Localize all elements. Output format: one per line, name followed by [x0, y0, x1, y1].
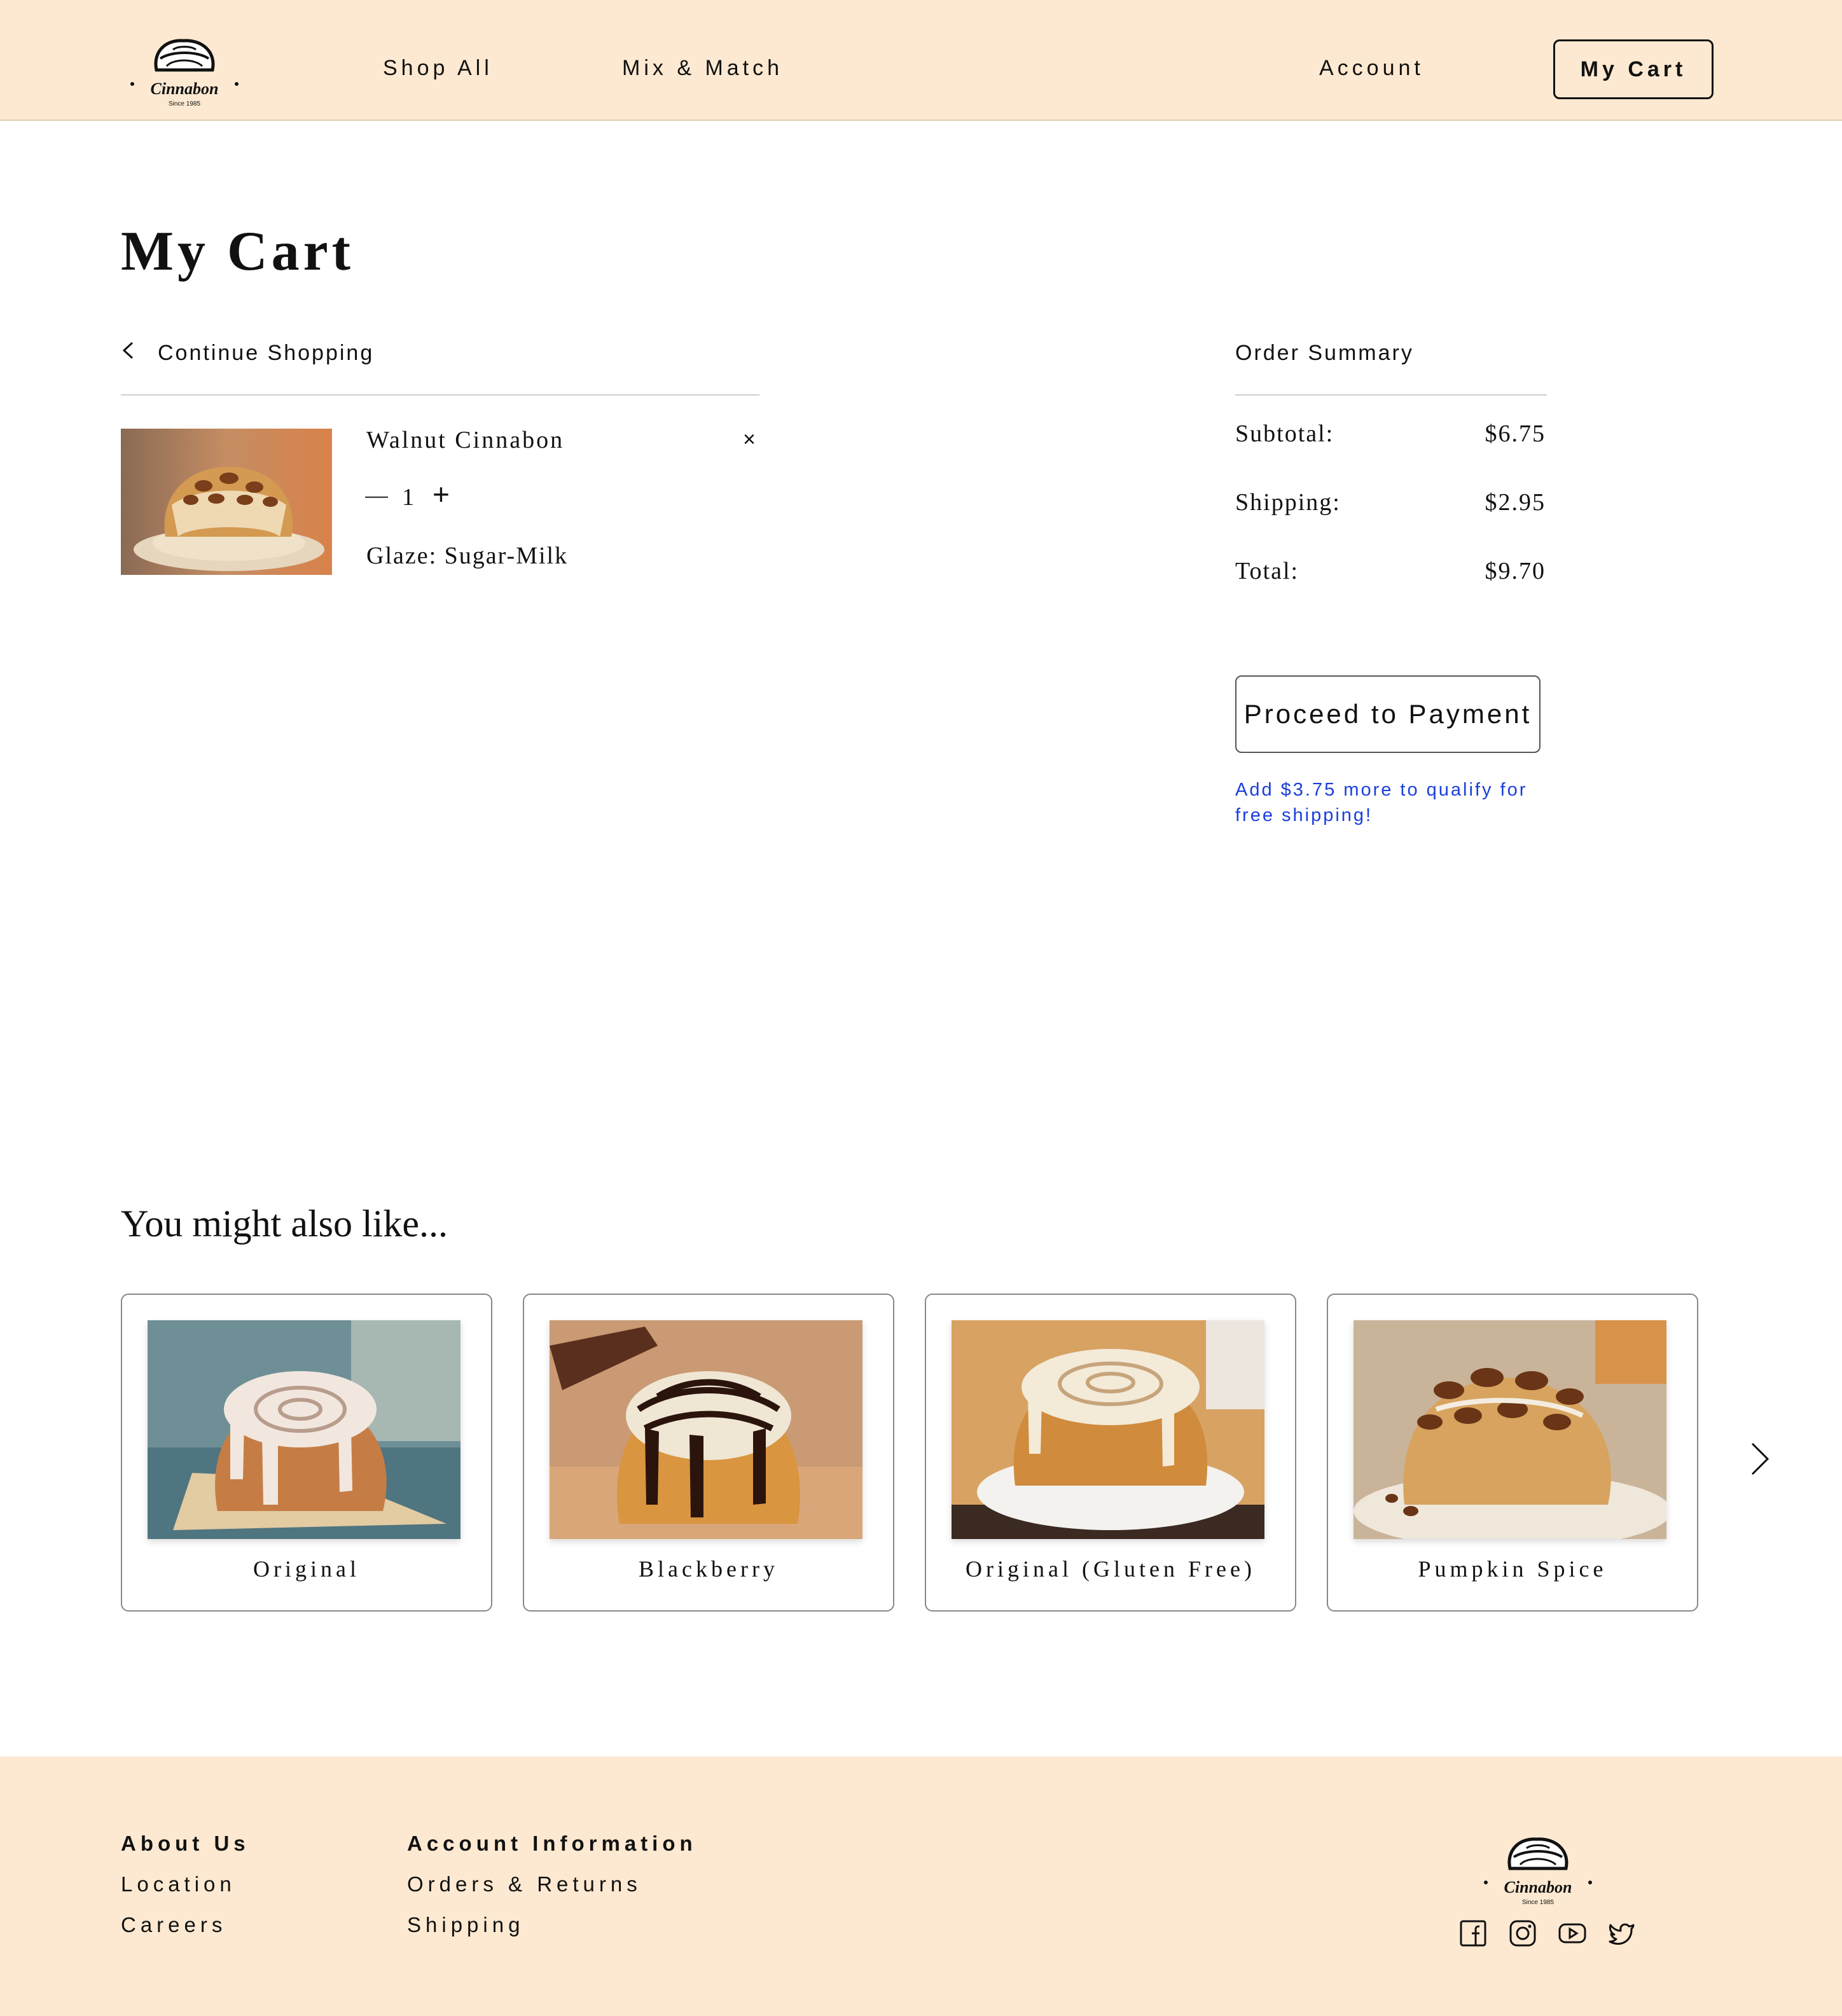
site-header: Cinnabon Since 1985 Shop All Mix & Match… — [0, 0, 1842, 121]
product-label: Blackberry — [639, 1556, 779, 1582]
product-image — [1354, 1320, 1666, 1539]
my-cart-button[interactable]: My Cart — [1553, 39, 1714, 99]
footer-logo-subtext: Since 1985 — [1522, 1899, 1554, 1906]
footer-link-careers[interactable]: Careers — [121, 1913, 226, 1937]
carousel-next-button[interactable] — [1749, 1441, 1771, 1480]
youtube-icon[interactable] — [1558, 1919, 1586, 1947]
logo-text: Cinnabon — [151, 79, 219, 98]
product-image — [550, 1320, 862, 1539]
page-title: My Cart — [121, 221, 354, 282]
quantity-value: 1 — [402, 484, 414, 511]
footer-about-us-heading[interactable]: About Us — [121, 1832, 250, 1856]
continue-shopping-link[interactable]: Continue Shopping — [121, 341, 374, 366]
nav-account[interactable]: Account — [1319, 56, 1424, 81]
cart-item-glaze: Glaze: Sugar-Milk — [366, 542, 569, 569]
footer-link-location[interactable]: Location — [121, 1872, 236, 1896]
product-image — [952, 1320, 1264, 1539]
recommendation-card-original[interactable]: Original — [121, 1294, 492, 1612]
footer-account-information-heading[interactable]: Account Information — [407, 1832, 697, 1856]
shipping-value: $2.95 — [1485, 489, 1546, 516]
facebook-icon[interactable] — [1459, 1919, 1487, 1947]
twitter-icon[interactable] — [1608, 1919, 1636, 1947]
total-value: $9.70 — [1485, 558, 1546, 584]
quantity-increase-button[interactable]: + — [433, 477, 450, 511]
order-summary-title: Order Summary — [1235, 341, 1414, 365]
instagram-icon[interactable] — [1509, 1919, 1537, 1947]
subtotal-value: $6.75 — [1485, 420, 1546, 447]
subtotal-label: Subtotal: — [1235, 420, 1334, 447]
recommendation-card-blackberry[interactable]: Blackberry — [523, 1294, 894, 1612]
footer-link-shipping[interactable]: Shipping — [407, 1913, 524, 1937]
quantity-decrease-button[interactable]: — — [365, 482, 388, 509]
footer-link-orders-returns[interactable]: Orders & Returns — [407, 1872, 642, 1896]
continue-shopping-label: Continue Shopping — [158, 341, 375, 365]
recommendations-title: You might also like... — [121, 1203, 448, 1245]
cart-item-name: Walnut Cinnabon — [366, 427, 565, 453]
footer-logo-text: Cinnabon — [1504, 1878, 1572, 1896]
recommendation-card-original-gluten-free[interactable]: Original (Gluten Free) — [925, 1294, 1296, 1612]
chevron-right-icon — [1751, 1442, 1769, 1475]
total-label: Total: — [1235, 558, 1299, 584]
nav-mix-match[interactable]: Mix & Match — [622, 56, 783, 81]
remove-item-button[interactable]: × — [743, 427, 756, 452]
product-label: Original (Gluten Free) — [966, 1556, 1256, 1582]
product-label: Pumpkin Spice — [1418, 1556, 1607, 1582]
recommendation-card-pumpkin-spice[interactable]: Pumpkin Spice — [1327, 1294, 1698, 1612]
chevron-left-icon — [121, 341, 158, 366]
footer-cinnabon-logo[interactable]: Cinnabon Since 1985 — [1481, 1832, 1595, 1908]
summary-divider — [1235, 394, 1547, 396]
cart-divider — [121, 394, 759, 396]
product-image — [148, 1320, 460, 1539]
proceed-to-payment-button[interactable]: Proceed to Payment — [1235, 675, 1541, 753]
free-shipping-note: Add $3.75 more to qualify for free shipp… — [1235, 780, 1528, 825]
cinnabon-logo[interactable]: Cinnabon Since 1985 — [127, 33, 242, 109]
nav-shop-all[interactable]: Shop All — [383, 56, 493, 81]
logo-subtext: Since 1985 — [169, 100, 200, 107]
product-label: Original — [253, 1556, 360, 1582]
cart-item-image — [121, 429, 332, 575]
shipping-label: Shipping: — [1235, 489, 1341, 516]
